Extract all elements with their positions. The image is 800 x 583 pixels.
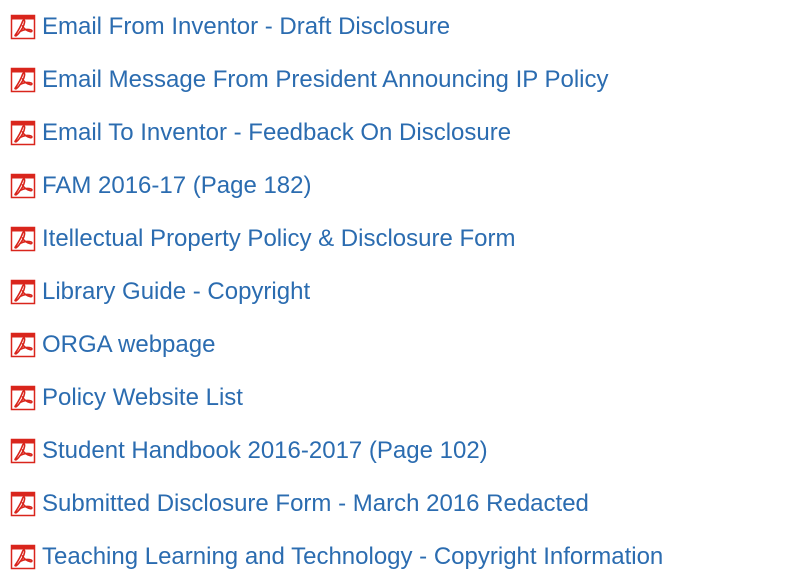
document-link-label: Teaching Learning and Technology - Copyr… bbox=[42, 542, 664, 570]
document-link[interactable]: Student Handbook 2016-2017 (Page 102) bbox=[10, 437, 488, 465]
document-link-label: Submitted Disclosure Form - March 2016 R… bbox=[42, 489, 589, 517]
list-item: Submitted Disclosure Form - March 2016 R… bbox=[10, 477, 800, 530]
pdf-file-icon bbox=[10, 226, 36, 252]
pdf-file-icon bbox=[10, 14, 36, 40]
pdf-file-icon bbox=[10, 173, 36, 199]
pdf-file-icon bbox=[10, 67, 36, 93]
list-item: Student Handbook 2016-2017 (Page 102) bbox=[10, 424, 800, 477]
pdf-file-icon bbox=[10, 438, 36, 464]
document-link[interactable]: Policy Website List bbox=[10, 384, 243, 412]
pdf-file-icon bbox=[10, 332, 36, 358]
document-link-label: FAM 2016-17 (Page 182) bbox=[42, 171, 312, 199]
document-link-label: Email Message From President Announcing … bbox=[42, 65, 609, 93]
list-item: Email To Inventor - Feedback On Disclosu… bbox=[10, 106, 800, 159]
document-link[interactable]: Email To Inventor - Feedback On Disclosu… bbox=[10, 119, 511, 147]
document-link[interactable]: Library Guide - Copyright bbox=[10, 278, 310, 306]
document-link-label: Library Guide - Copyright bbox=[42, 277, 311, 305]
list-item: FAM 2016-17 (Page 182) bbox=[10, 159, 800, 212]
document-link[interactable]: Submitted Disclosure Form - March 2016 R… bbox=[10, 490, 589, 518]
document-link[interactable]: Email From Inventor - Draft Disclosure bbox=[10, 13, 450, 41]
document-link-label: Email To Inventor - Feedback On Disclosu… bbox=[42, 118, 512, 146]
document-link-label: ORGA webpage bbox=[42, 330, 216, 358]
pdf-file-icon bbox=[10, 491, 36, 517]
list-item: Teaching Learning and Technology - Copyr… bbox=[10, 530, 800, 583]
document-link[interactable]: ORGA webpage bbox=[10, 331, 215, 359]
pdf-file-icon bbox=[10, 544, 36, 570]
document-link[interactable]: Email Message From President Announcing … bbox=[10, 66, 609, 94]
list-item: Email From Inventor - Draft Disclosure bbox=[10, 0, 800, 53]
list-item: Policy Website List bbox=[10, 371, 800, 424]
document-link[interactable]: Teaching Learning and Technology - Copyr… bbox=[10, 543, 663, 571]
document-link[interactable]: FAM 2016-17 (Page 182) bbox=[10, 172, 312, 200]
pdf-file-icon bbox=[10, 385, 36, 411]
pdf-file-icon bbox=[10, 279, 36, 305]
list-item: ORGA webpage bbox=[10, 318, 800, 371]
document-link-label: Itellectual Property Policy & Disclosure… bbox=[42, 224, 516, 252]
list-item: Email Message From President Announcing … bbox=[10, 53, 800, 106]
list-item: Itellectual Property Policy & Disclosure… bbox=[10, 212, 800, 265]
pdf-file-icon bbox=[10, 120, 36, 146]
document-list: Email From Inventor - Draft Disclosure E… bbox=[10, 0, 800, 583]
list-item: Library Guide - Copyright bbox=[10, 265, 800, 318]
document-link-label: Student Handbook 2016-2017 (Page 102) bbox=[42, 436, 488, 464]
document-link-label: Policy Website List bbox=[42, 383, 243, 411]
document-link-label: Email From Inventor - Draft Disclosure bbox=[42, 12, 451, 40]
document-link[interactable]: Itellectual Property Policy & Disclosure… bbox=[10, 225, 515, 253]
